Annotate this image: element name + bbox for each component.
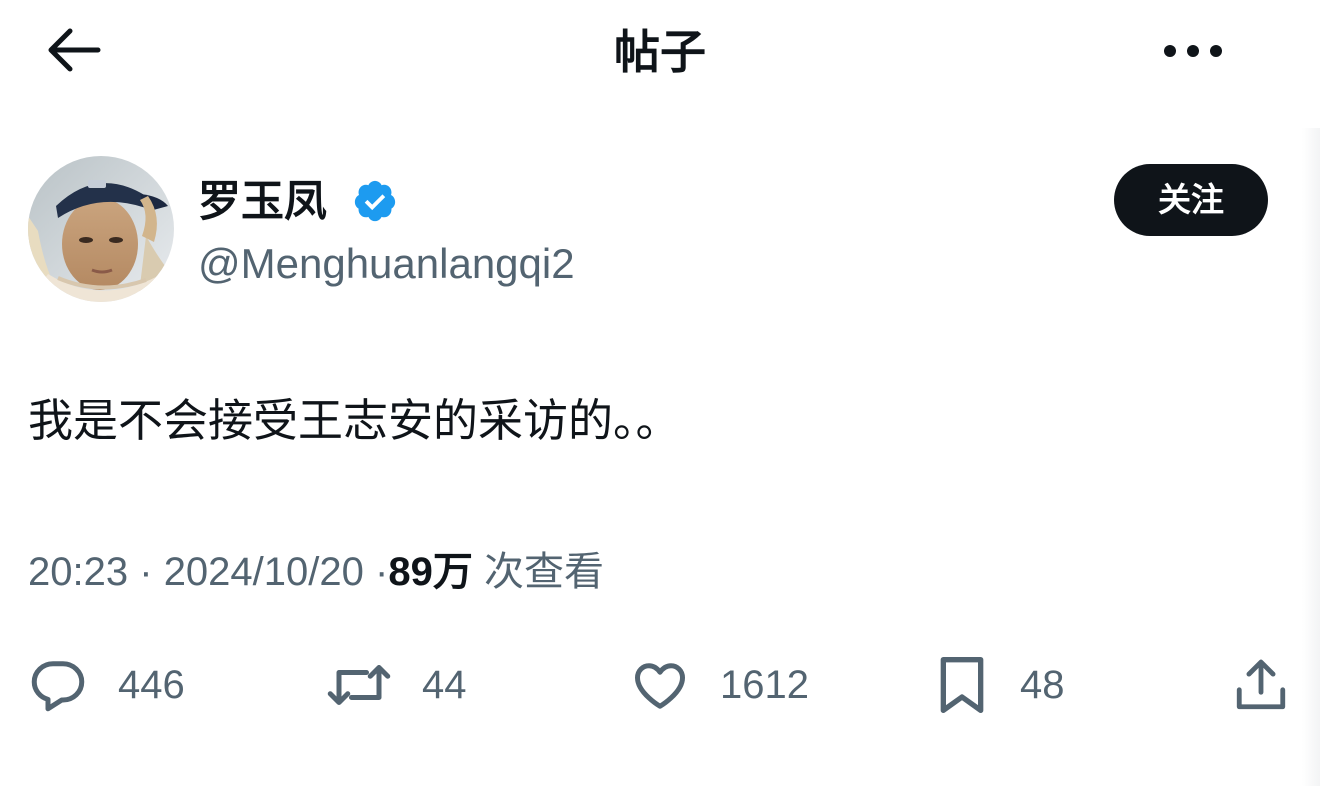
- verified-badge-icon: [352, 178, 398, 224]
- share-button[interactable]: [1232, 652, 1290, 718]
- retweet-button[interactable]: 44: [326, 652, 467, 718]
- meta-separator: ·: [139, 550, 153, 594]
- share-icon: [1232, 656, 1290, 714]
- scroll-edge-shadow: [1302, 128, 1320, 786]
- bookmark-icon: [934, 653, 990, 717]
- page-title: 帖子: [614, 25, 706, 79]
- heart-icon: [630, 655, 690, 715]
- bookmark-count: 48: [1020, 662, 1065, 707]
- reply-button[interactable]: 446: [28, 652, 185, 718]
- reply-count: 446: [118, 662, 185, 707]
- reply-icon: [28, 655, 88, 715]
- like-button[interactable]: 1612: [630, 652, 809, 718]
- avatar[interactable]: [28, 156, 174, 302]
- views-count: 89万: [388, 550, 473, 594]
- retweet-count: 44: [422, 662, 467, 707]
- arrow-left-icon: [46, 28, 102, 76]
- author-name[interactable]: 罗玉凤: [198, 172, 327, 232]
- meta-separator: ·: [375, 550, 389, 594]
- views-label: 次查看: [483, 550, 604, 594]
- retweet-icon: [326, 655, 392, 715]
- author-handle[interactable]: @Menghuanlangqi2: [198, 234, 575, 294]
- follow-button[interactable]: 关注: [1114, 164, 1268, 236]
- bookmark-button[interactable]: 48: [934, 652, 1065, 718]
- more-horizontal-icon: [1163, 43, 1223, 62]
- post-time[interactable]: 20:23: [28, 550, 128, 594]
- back-button[interactable]: [38, 22, 110, 82]
- post-date[interactable]: 2024/10/20: [164, 550, 364, 594]
- like-count: 1612: [720, 662, 809, 707]
- post-text: 我是不会接受王志安的采访的。。: [28, 394, 681, 447]
- post-meta: 20:23 · 2024/10/20 ·89万 次查看: [28, 542, 604, 602]
- more-options-button[interactable]: [1150, 24, 1236, 80]
